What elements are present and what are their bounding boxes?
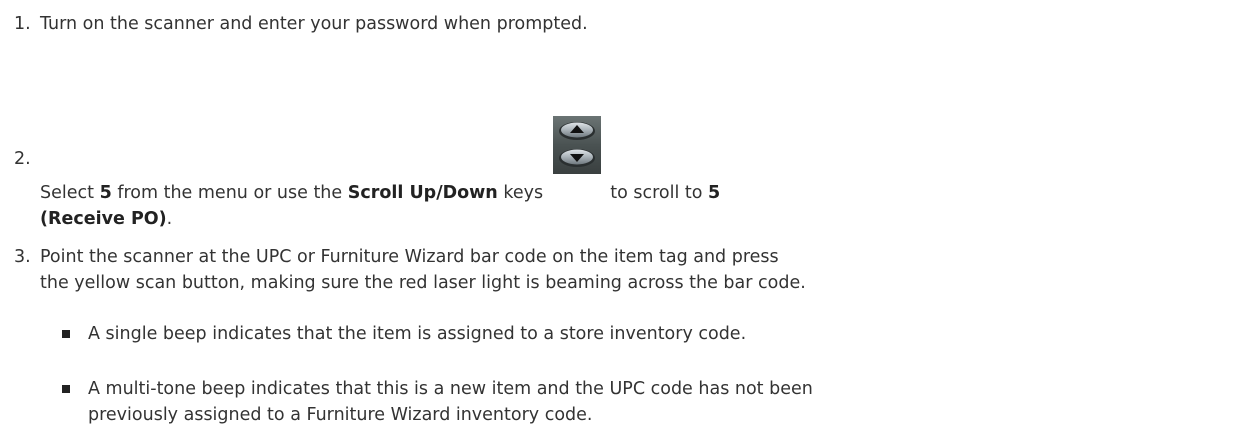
step-text: Point the scanner at the UPC or Furnitur… [40,244,1224,296]
step-text: Select 5 from the menu or use the Scroll… [40,116,1224,232]
bullet-text-line: A multi-tone beep indicates that this is… [88,379,813,399]
step-text-line: Point the scanner at the UPC or Furnitur… [40,247,779,267]
scroll-keys-label: Scroll Up/Down [347,183,498,203]
bullet-item: A multi-tone beep indicates that this is… [62,376,1222,428]
bullet-square-icon [62,385,70,393]
instructions-document: 1. Turn on the scanner and enter your pa… [0,0,1238,440]
scroll-up-down-keys-icon [552,116,601,204]
text-fragment: keys [497,183,549,203]
text-fragment: from the menu or use the [111,183,348,203]
text-fragment: to scroll to [604,183,709,203]
step-number: 2. [14,149,31,169]
step-1: 1. Turn on the scanner and enter your pa… [14,11,1224,37]
menu-option-number: 5 [708,183,721,203]
step-3: 3. Point the scanner at the UPC or Furni… [14,244,1224,296]
text-fragment: Select [40,183,100,203]
bullet-item: A single beep indicates that the item is… [62,321,1222,347]
menu-option-number: 5 [99,183,112,203]
bullet-text-line: previously assigned to a Furniture Wizar… [88,405,593,425]
bullet-text: A multi-tone beep indicates that this is… [88,376,1222,428]
step-text: Turn on the scanner and enter your passw… [40,14,588,34]
menu-option-name: (Receive PO) [40,209,167,229]
bullet-text: A single beep indicates that the item is… [88,324,747,344]
step-2: 2. Select 5 from the menu or use the Scr… [14,116,1224,232]
step-text-line: the yellow scan button, making sure the … [40,273,806,293]
text-fragment: . [166,209,173,229]
step-number: 3. [14,247,31,267]
bullet-square-icon [62,330,70,338]
step-number: 1. [14,14,31,34]
